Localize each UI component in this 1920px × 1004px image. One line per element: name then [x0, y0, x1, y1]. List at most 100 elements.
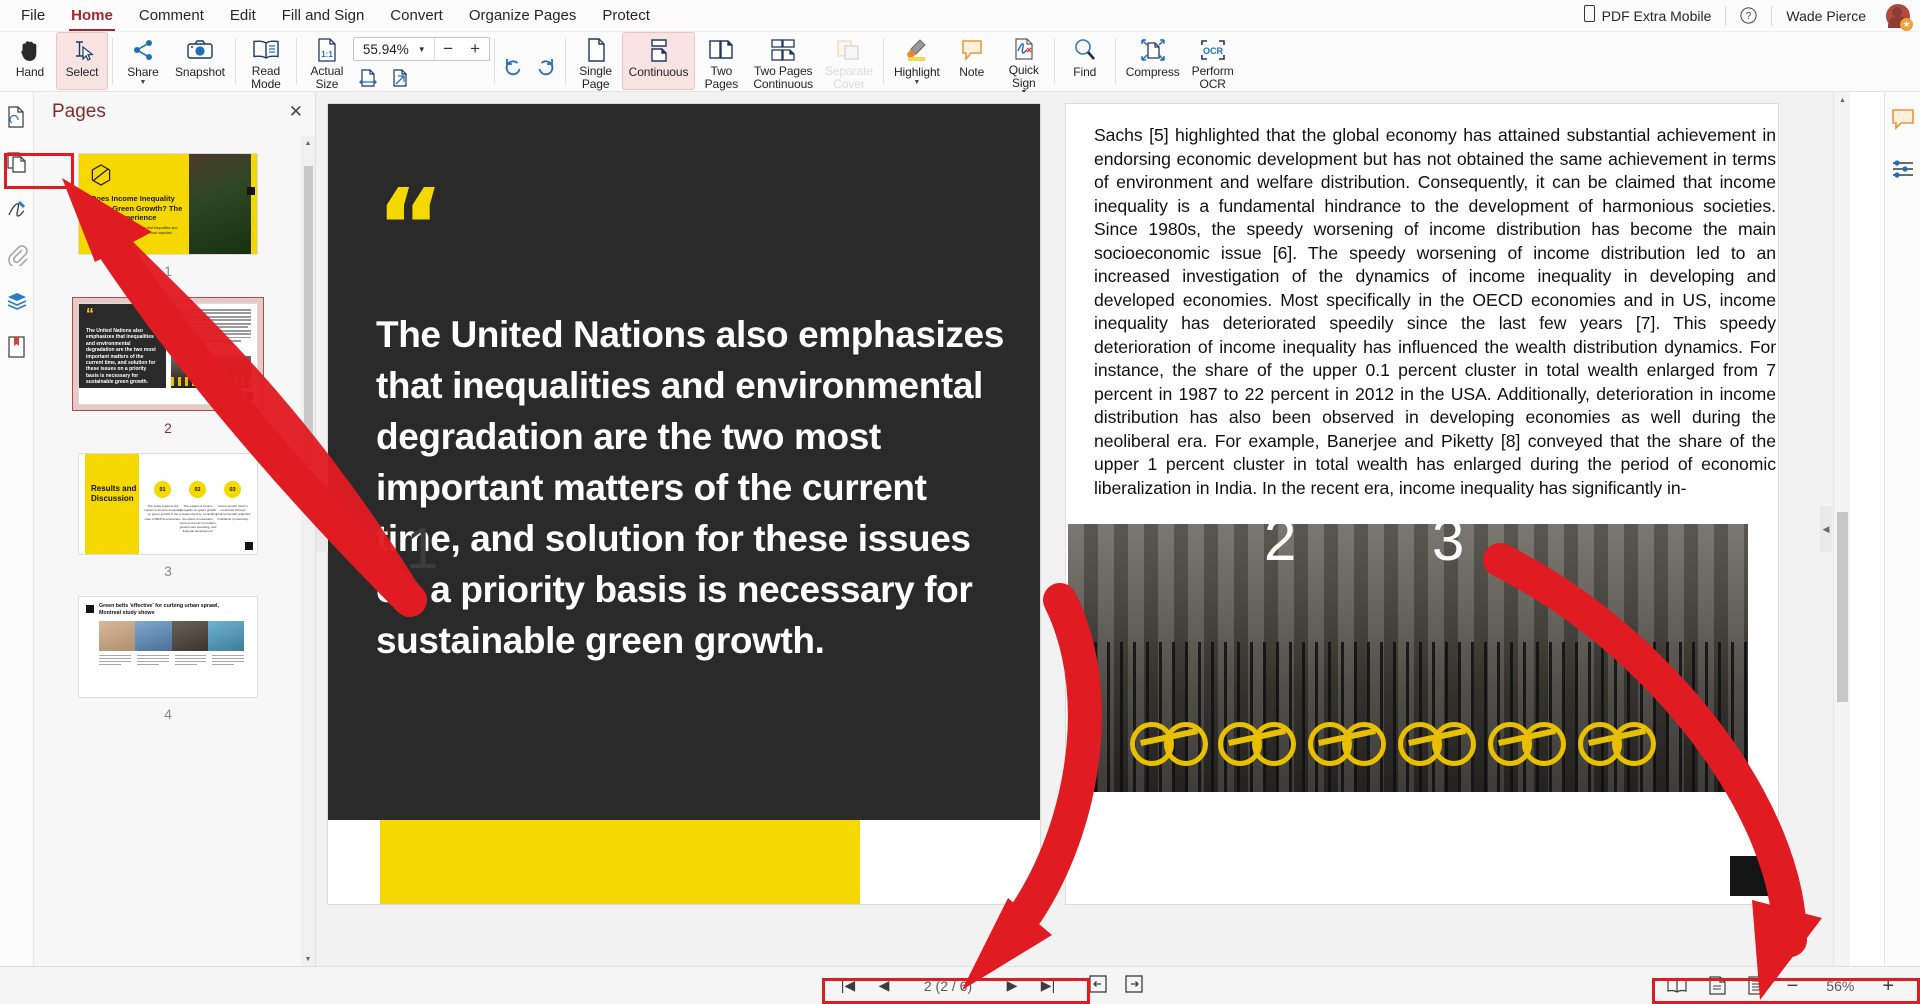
two-pages-button[interactable]: Two Pages — [695, 32, 747, 90]
actual-size-button[interactable]: 1:1 Actual Size — [301, 32, 353, 90]
next-page-button[interactable]: ▶ — [1002, 977, 1022, 994]
quick-sign-button[interactable]: Quick Sign ▼ — [998, 32, 1050, 96]
two-pages-continuous-button[interactable]: Two Pages Continuous — [747, 32, 819, 90]
separate-cover-button[interactable]: Separate Cover — [819, 32, 879, 90]
fit-width-button[interactable] — [353, 65, 383, 91]
properties-list-icon[interactable] — [1888, 154, 1918, 184]
zoom-in-button[interactable]: + — [1882, 976, 1894, 996]
list-item[interactable]: Green belts 'effective' for curbing urba… — [34, 597, 302, 722]
pdf-extra-mobile-button[interactable]: PDF Extra Mobile — [1570, 4, 1726, 27]
page-thumbnail-4[interactable]: Green belts 'effective' for curbing urba… — [79, 597, 257, 697]
scrollbar-thumb[interactable] — [1837, 512, 1848, 702]
avatar[interactable]: ★ — [1886, 3, 1913, 31]
help-circle-icon: ? — [1740, 7, 1757, 24]
document-viewer[interactable]: “ The United Nations also emphasizes tha… — [316, 92, 1850, 966]
two-pages-icon — [708, 37, 734, 62]
menu-item-fill-and-sign[interactable]: Fill and Sign — [269, 2, 378, 29]
zoom-in-button[interactable]: + — [462, 38, 489, 60]
thumbnail-frame[interactable]: Results and Discussion 01 02 03 The stud… — [79, 454, 257, 554]
help-button[interactable]: ? — [1726, 5, 1771, 27]
zoom-level-value[interactable]: 55.94% — [354, 42, 416, 57]
zoom-out-button[interactable]: − — [1787, 976, 1799, 996]
thumbnail-frame[interactable]: Green belts 'effective' for curbing urba… — [79, 597, 257, 697]
menu-item-home[interactable]: Home — [58, 2, 126, 31]
rotate-right-button[interactable] — [531, 54, 561, 80]
single-page-view-icon[interactable] — [1709, 976, 1726, 995]
thumb-caption-row — [99, 655, 244, 667]
menu-item-convert[interactable]: Convert — [377, 2, 456, 29]
select-tool-label: Select — [65, 65, 99, 79]
insert-page-before-icon[interactable] — [1088, 975, 1108, 996]
menu-item-file[interactable]: File — [8, 2, 58, 29]
previous-page-button[interactable]: ◀ — [874, 977, 894, 994]
last-page-button[interactable]: ▶| — [1038, 977, 1058, 994]
thumb-paragraph — [171, 309, 251, 344]
perform-ocr-button[interactable]: OCR Perform OCR — [1186, 32, 1240, 90]
attachment-icon[interactable] — [2, 240, 32, 270]
rotate-left-button[interactable] — [499, 54, 529, 80]
single-page-button[interactable]: Single Page — [570, 32, 622, 90]
list-item[interactable]: “ The United Nations also emphasizes tha… — [34, 297, 302, 436]
share-button[interactable]: Share ▼ — [117, 32, 169, 90]
hand-tool-button[interactable]: Hand — [4, 32, 56, 90]
zoom-out-button[interactable]: − — [435, 38, 462, 60]
sidebar-item-pages[interactable] — [2, 148, 32, 178]
thumb-step-text: Green growth (GG) is measured through en… — [215, 504, 251, 521]
menu-item-edit[interactable]: Edit — [217, 2, 269, 29]
zoom-combo[interactable]: 55.94% ▼ − + — [352, 37, 490, 61]
menu-item-comment[interactable]: Comment — [126, 2, 217, 29]
scroll-up-arrow-icon[interactable]: ▲ — [1834, 92, 1851, 109]
chevron-down-icon[interactable]: ▼ — [140, 79, 147, 86]
collapse-right-panel-button[interactable]: ◀ — [1820, 506, 1832, 552]
find-button[interactable]: Find — [1059, 32, 1111, 90]
page-thumbnail-2[interactable]: “ The United Nations also emphasizes tha… — [79, 304, 257, 404]
thumbnail-page-icon[interactable] — [2, 102, 32, 132]
divider — [1053, 38, 1055, 84]
thumbnail-frame-selected[interactable]: “ The United Nations also emphasizes tha… — [72, 297, 264, 411]
book-view-icon[interactable] — [1667, 977, 1687, 994]
continuous-button[interactable]: Continuous — [621, 32, 696, 90]
thumbnail-frame[interactable]: Does Income Inequality Harm Green Growth… — [79, 154, 257, 254]
menu-item-organize-pages[interactable]: Organize Pages — [456, 2, 590, 29]
snapshot-button[interactable]: Snapshot — [169, 32, 231, 90]
viewer-canvas[interactable]: “ The United Nations also emphasizes tha… — [316, 92, 1832, 966]
continuous-view-icon[interactable] — [1748, 976, 1765, 995]
select-tool-button[interactable]: Select — [56, 32, 108, 90]
hand-tool-label: Hand — [15, 65, 45, 79]
menu-item-protect[interactable]: Protect — [589, 2, 663, 29]
pages-panel-scrollbar[interactable]: ▲ ▼ — [301, 136, 315, 966]
document-page-left[interactable]: “ The United Nations also emphasizes tha… — [328, 104, 1040, 904]
read-mode-button[interactable]: Read Mode — [240, 32, 292, 90]
page-thumbnail-1[interactable]: Does Income Inequality Harm Green Growth… — [79, 154, 257, 254]
page-spread: “ The United Nations also emphasizes tha… — [328, 104, 1778, 904]
scrollbar-thumb[interactable] — [304, 166, 313, 466]
highlight-button[interactable]: Highlight ▼ — [888, 32, 946, 90]
document-page-right[interactable]: Sachs [5] highlighted that the global ec… — [1066, 104, 1778, 904]
chevron-down-icon[interactable]: ▼ — [416, 45, 434, 54]
compress-button[interactable]: Compress — [1120, 32, 1186, 90]
user-account-button[interactable]: Wade Pierce — [1772, 5, 1880, 27]
ribbon-group-layout: Single Page Continuous Two Pages Two Pag… — [570, 32, 879, 92]
chevron-down-icon[interactable]: ▼ — [913, 79, 920, 86]
page-thumbnail-3[interactable]: Results and Discussion 01 02 03 The stud… — [79, 454, 257, 554]
viewer-vertical-scrollbar[interactable]: ▲ — [1833, 92, 1850, 966]
scroll-up-arrow-icon[interactable]: ▲ — [301, 136, 315, 150]
two-pages-continuous-icon — [770, 37, 796, 62]
collapse-left-panel-button[interactable]: ◀ — [316, 506, 328, 552]
comment-bubble-icon[interactable] — [1888, 104, 1918, 134]
close-icon[interactable]: ✕ — [289, 102, 303, 122]
scroll-down-arrow-icon[interactable]: ▼ — [301, 952, 315, 966]
signature-rail-icon[interactable] — [2, 194, 32, 224]
first-page-button[interactable]: |◀ — [838, 977, 858, 994]
zoom-percent-label[interactable]: 56% — [1820, 978, 1860, 994]
list-item[interactable]: Does Income Inequality Harm Green Growth… — [34, 154, 302, 279]
bookmark-icon[interactable] — [2, 332, 32, 362]
note-button[interactable]: Note — [946, 32, 998, 90]
page-thumbnail-list[interactable]: Does Income Inequality Harm Green Growth… — [34, 136, 302, 966]
list-item[interactable]: Results and Discussion 01 02 03 The stud… — [34, 454, 302, 579]
layers-icon[interactable] — [2, 286, 32, 316]
divider — [295, 38, 297, 84]
insert-page-after-icon[interactable] — [1124, 975, 1144, 996]
page-indicator[interactable]: 2 (2 / 6) — [910, 978, 986, 994]
fit-page-button[interactable] — [385, 65, 415, 91]
